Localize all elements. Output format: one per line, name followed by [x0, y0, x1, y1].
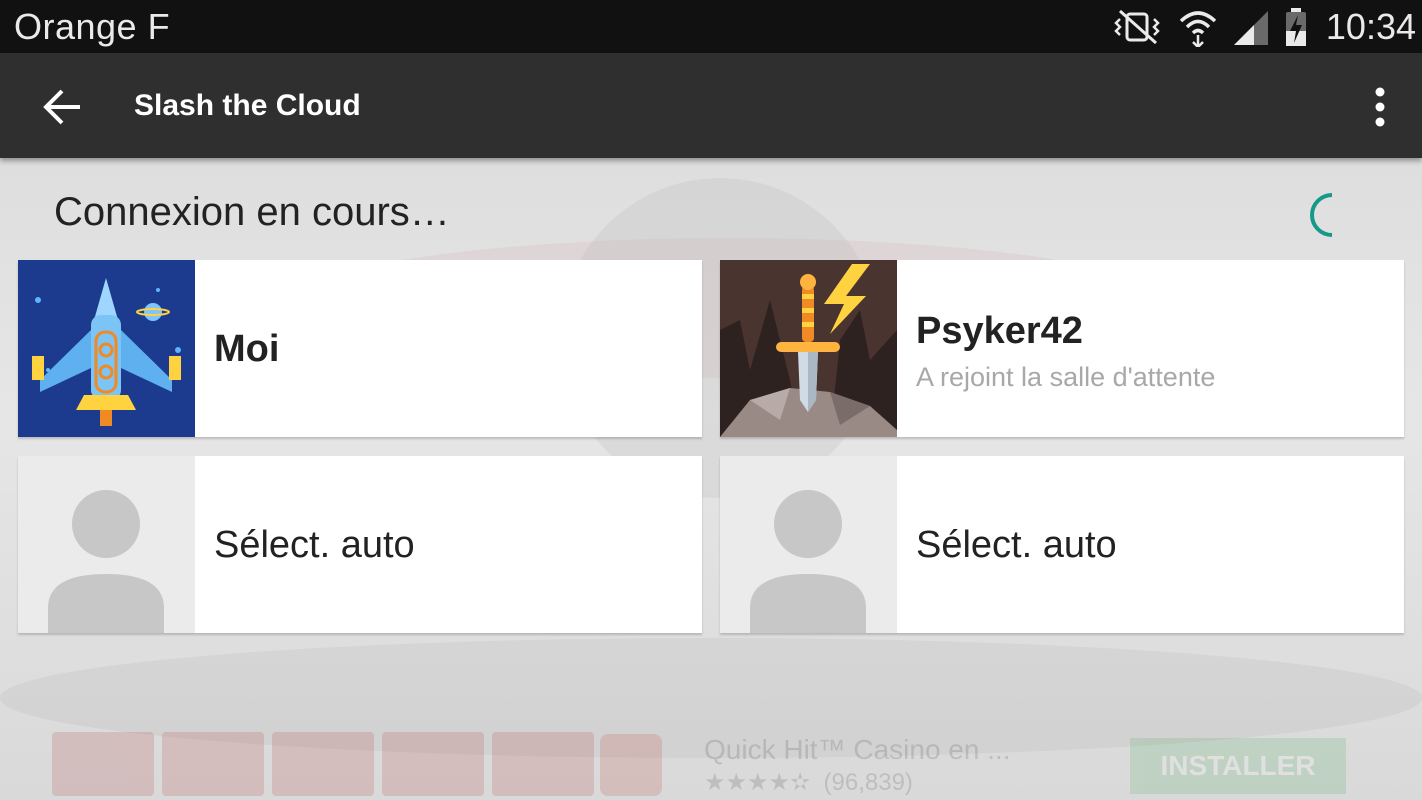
ad-banner[interactable]: Quick Hit™ Casino en ... ★★★★✫ (96,839) … — [52, 728, 1370, 800]
connection-status: Connexion en cours… — [54, 190, 450, 234]
player-name: Sélect. auto — [214, 524, 415, 566]
app-title: Slash the Cloud — [134, 89, 361, 122]
spaceship-avatar — [18, 260, 195, 437]
status-bar: Orange F 10:34 — [0, 0, 1422, 53]
loading-spinner — [1310, 193, 1333, 237]
star-rating-icon: ★★★★✫ — [704, 769, 811, 796]
signal-icon — [1233, 10, 1268, 45]
ad-screenshot — [272, 732, 374, 796]
person-placeholder-icon — [720, 456, 897, 633]
ad-screenshots — [52, 732, 594, 796]
player-name: Sélect. auto — [916, 524, 1117, 566]
person-placeholder-icon — [18, 456, 195, 633]
player-card-auto-select[interactable]: Sélect. auto — [720, 456, 1404, 633]
ad-rating-count: (96,839) — [823, 769, 913, 796]
carrier-name: Orange F — [14, 6, 171, 47]
app-bar: Slash the Cloud — [0, 53, 1422, 158]
ad-screenshot — [492, 732, 594, 796]
ad-rating: ★★★★✫ (96,839) — [704, 768, 913, 797]
overflow-menu-button[interactable] — [1368, 83, 1392, 131]
ad-screenshot — [52, 732, 154, 796]
more-vert-icon — [1375, 87, 1385, 127]
clock: 10:34 — [1325, 5, 1416, 47]
player-card-opponent[interactable]: Psyker42 A rejoint la salle d'attente — [720, 260, 1404, 437]
player-status: A rejoint la salle d'attente — [916, 362, 1216, 392]
player-name: Moi — [214, 328, 280, 370]
ad-app-logo — [600, 734, 662, 796]
back-button[interactable] — [38, 83, 86, 131]
wifi-icon — [1179, 10, 1217, 47]
player-name: Psyker42 — [916, 310, 1083, 352]
vibrate-mute-icon — [1114, 9, 1160, 44]
arrow-back-icon — [43, 89, 80, 125]
player-card-self[interactable]: Moi — [18, 260, 702, 437]
ad-screenshot — [162, 732, 264, 796]
ad-title: Quick Hit™ Casino en ... — [704, 734, 1011, 765]
sword-avatar — [720, 260, 897, 437]
ad-screenshot — [382, 732, 484, 796]
player-card-auto-select[interactable]: Sélect. auto — [18, 456, 702, 633]
install-button[interactable]: INSTALLER — [1130, 738, 1346, 794]
status-icons: 10:34 — [1110, 0, 1416, 53]
battery-charging-icon — [1285, 7, 1306, 46]
